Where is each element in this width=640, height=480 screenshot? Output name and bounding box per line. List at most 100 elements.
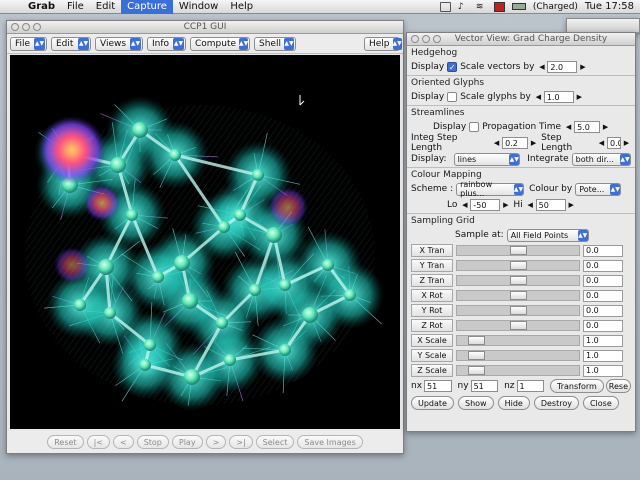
ccp1-menu-edit[interactable]: Edit ▲▼ xyxy=(51,36,91,51)
flag-icon[interactable] xyxy=(493,1,505,12)
ccp1-menu-file[interactable]: File ▲▼ xyxy=(10,36,47,51)
display-icon[interactable] xyxy=(439,1,451,12)
decrement-arrow-icon[interactable]: ◀ xyxy=(492,138,501,149)
slider-track[interactable] xyxy=(456,290,580,301)
transform-button[interactable]: Transform xyxy=(550,379,604,393)
ccp1-menu-shell[interactable]: Shell ▲▼ xyxy=(254,36,296,51)
slider-track[interactable] xyxy=(456,335,580,346)
glyphs-scale-field[interactable]: 1.0 xyxy=(543,91,574,103)
slider-value-field[interactable]: 1.0 xyxy=(583,364,623,377)
streamlines-display-checkbox[interactable] xyxy=(469,122,480,132)
slider-track[interactable] xyxy=(456,365,580,376)
menu-help[interactable]: Help xyxy=(224,0,259,14)
background-window-titlebar[interactable] xyxy=(567,19,639,33)
propagation-field[interactable]: 5.0 xyxy=(574,121,601,133)
prev-frame-button[interactable]: < xyxy=(112,435,134,449)
stop-button[interactable]: Stop xyxy=(136,435,169,449)
increment-arrow-icon[interactable]: ▶ xyxy=(622,138,631,149)
battery-icon[interactable] xyxy=(511,3,526,10)
glyphs-display-checkbox[interactable] xyxy=(447,92,458,102)
first-frame-button[interactable]: |< xyxy=(86,435,110,449)
slider-value-field[interactable]: 0.0 xyxy=(583,274,623,287)
decrement-arrow-icon[interactable]: ◀ xyxy=(460,200,469,211)
slider-thumb[interactable] xyxy=(467,366,485,375)
slider-track[interactable] xyxy=(456,305,580,316)
zoom-button[interactable] xyxy=(433,35,441,43)
slider-thumb[interactable] xyxy=(510,291,527,300)
molecule-viewport[interactable] xyxy=(10,55,400,429)
minimize-button[interactable] xyxy=(422,35,430,43)
ccp1-menu-compute[interactable]: Compute ▲▼ xyxy=(190,36,250,51)
menu-window[interactable]: Window xyxy=(173,0,224,14)
slider-track[interactable] xyxy=(456,320,580,331)
slider-thumb[interactable] xyxy=(510,261,527,270)
decrement-arrow-icon[interactable]: ◀ xyxy=(597,138,606,149)
volume-icon[interactable]: ♪ xyxy=(458,2,469,12)
increment-arrow-icon[interactable]: ▶ xyxy=(601,122,610,133)
reset-grid-button[interactable]: Rese xyxy=(605,379,632,393)
slider-value-field[interactable]: 0.0 xyxy=(583,244,623,257)
sample-select[interactable]: All Field Points ▲▼ xyxy=(506,228,589,242)
close-button[interactable] xyxy=(411,35,419,43)
slider-track[interactable] xyxy=(456,350,580,361)
slider-track[interactable] xyxy=(456,245,580,256)
next-frame-button[interactable]: > xyxy=(205,435,227,449)
decrement-arrow-icon[interactable]: ◀ xyxy=(534,92,543,103)
decrement-arrow-icon[interactable]: ◀ xyxy=(537,62,546,73)
nz-field[interactable]: 1 xyxy=(516,380,544,392)
select-button[interactable]: Select xyxy=(255,435,295,449)
slider-thumb[interactable] xyxy=(510,246,527,255)
increment-arrow-icon[interactable]: ▶ xyxy=(578,62,587,73)
ccp1-titlebar[interactable]: CCP1 GUI xyxy=(7,21,403,34)
decrement-arrow-icon[interactable]: ◀ xyxy=(526,200,535,211)
clock[interactable]: Tue 17:58 xyxy=(585,1,634,12)
colour-by-select[interactable]: Pote... ▲▼ xyxy=(575,182,622,196)
slider-thumb[interactable] xyxy=(510,276,527,285)
menu-app-name[interactable]: Grab xyxy=(22,0,61,14)
slider-value-field[interactable]: 1.0 xyxy=(583,349,623,362)
show-button[interactable]: Show xyxy=(457,396,494,410)
ccp1-menu-views[interactable]: Views ▲▼ xyxy=(95,36,143,51)
ccp1-menu-help[interactable]: Help ▲▼ xyxy=(364,36,402,51)
integrate-select[interactable]: both dir... ▲▼ xyxy=(571,152,631,166)
slider-thumb[interactable] xyxy=(467,336,485,345)
slider-track[interactable] xyxy=(456,275,580,286)
step-length-field[interactable]: 0.0 xyxy=(607,137,621,149)
slider-thumb[interactable] xyxy=(510,321,527,330)
hedgehog-scale-field[interactable]: 2.0 xyxy=(547,61,578,73)
hedgehog-display-checkbox[interactable]: ✓ xyxy=(447,62,458,72)
hi-field[interactable]: 50 xyxy=(535,199,566,211)
hide-button[interactable]: Hide xyxy=(497,396,530,410)
lo-field[interactable]: -50 xyxy=(470,199,501,211)
slider-value-field[interactable]: 1.0 xyxy=(583,334,623,347)
minimize-button[interactable] xyxy=(22,23,30,31)
decrement-arrow-icon[interactable]: ◀ xyxy=(564,122,573,133)
slider-value-field[interactable]: 0.0 xyxy=(583,289,623,302)
nx-field[interactable]: 51 xyxy=(424,380,452,392)
menu-edit[interactable]: Edit xyxy=(90,0,121,14)
ny-field[interactable]: 51 xyxy=(470,380,499,392)
slider-track[interactable] xyxy=(456,260,580,271)
close-button[interactable] xyxy=(11,23,19,31)
slider-value-field[interactable]: 0.0 xyxy=(583,319,623,332)
zoom-button[interactable] xyxy=(33,23,41,31)
last-frame-button[interactable]: >| xyxy=(229,435,253,449)
menu-capture[interactable]: Capture xyxy=(121,0,173,14)
display-mode-select[interactable]: lines ▲▼ xyxy=(453,152,521,166)
wifi-icon[interactable]: ≋ xyxy=(476,2,487,12)
menu-file[interactable]: File xyxy=(61,0,90,14)
reset-button[interactable]: Reset xyxy=(47,435,84,449)
increment-arrow-icon[interactable]: ▶ xyxy=(567,200,576,211)
scheme-select[interactable]: rainbow plus... ▲▼ xyxy=(456,180,525,198)
close-window-button[interactable]: Close xyxy=(582,396,619,410)
vv-titlebar[interactable]: Vector View: Grad Charge Density xyxy=(407,33,635,46)
save-images-button[interactable]: Save Images xyxy=(297,435,363,449)
increment-arrow-icon[interactable]: ▶ xyxy=(501,200,510,211)
slider-value-field[interactable]: 0.0 xyxy=(583,259,623,272)
slider-thumb[interactable] xyxy=(467,351,485,360)
increment-arrow-icon[interactable]: ▶ xyxy=(529,138,538,149)
slider-value-field[interactable]: 0.0 xyxy=(583,304,623,317)
destroy-button[interactable]: Destroy xyxy=(533,396,579,410)
increment-arrow-icon[interactable]: ▶ xyxy=(575,92,584,103)
play-button[interactable]: Play xyxy=(171,435,203,449)
